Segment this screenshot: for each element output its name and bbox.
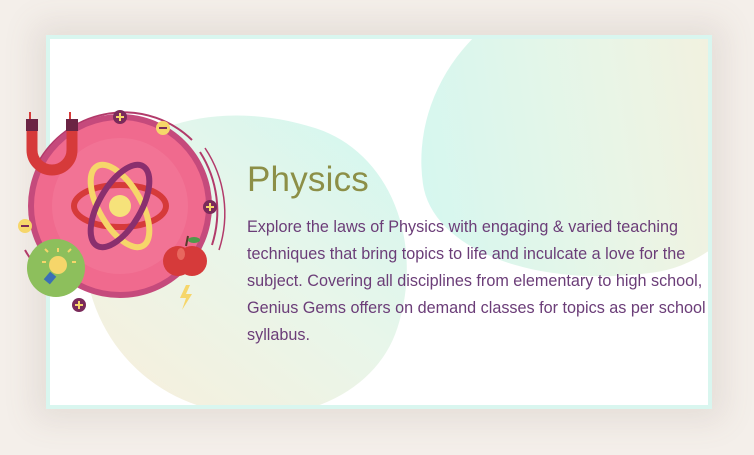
minus-icon — [18, 219, 32, 233]
subject-title: Physics — [247, 160, 369, 199]
subject-description: Explore the laws of Physics with engagin… — [247, 218, 706, 344]
